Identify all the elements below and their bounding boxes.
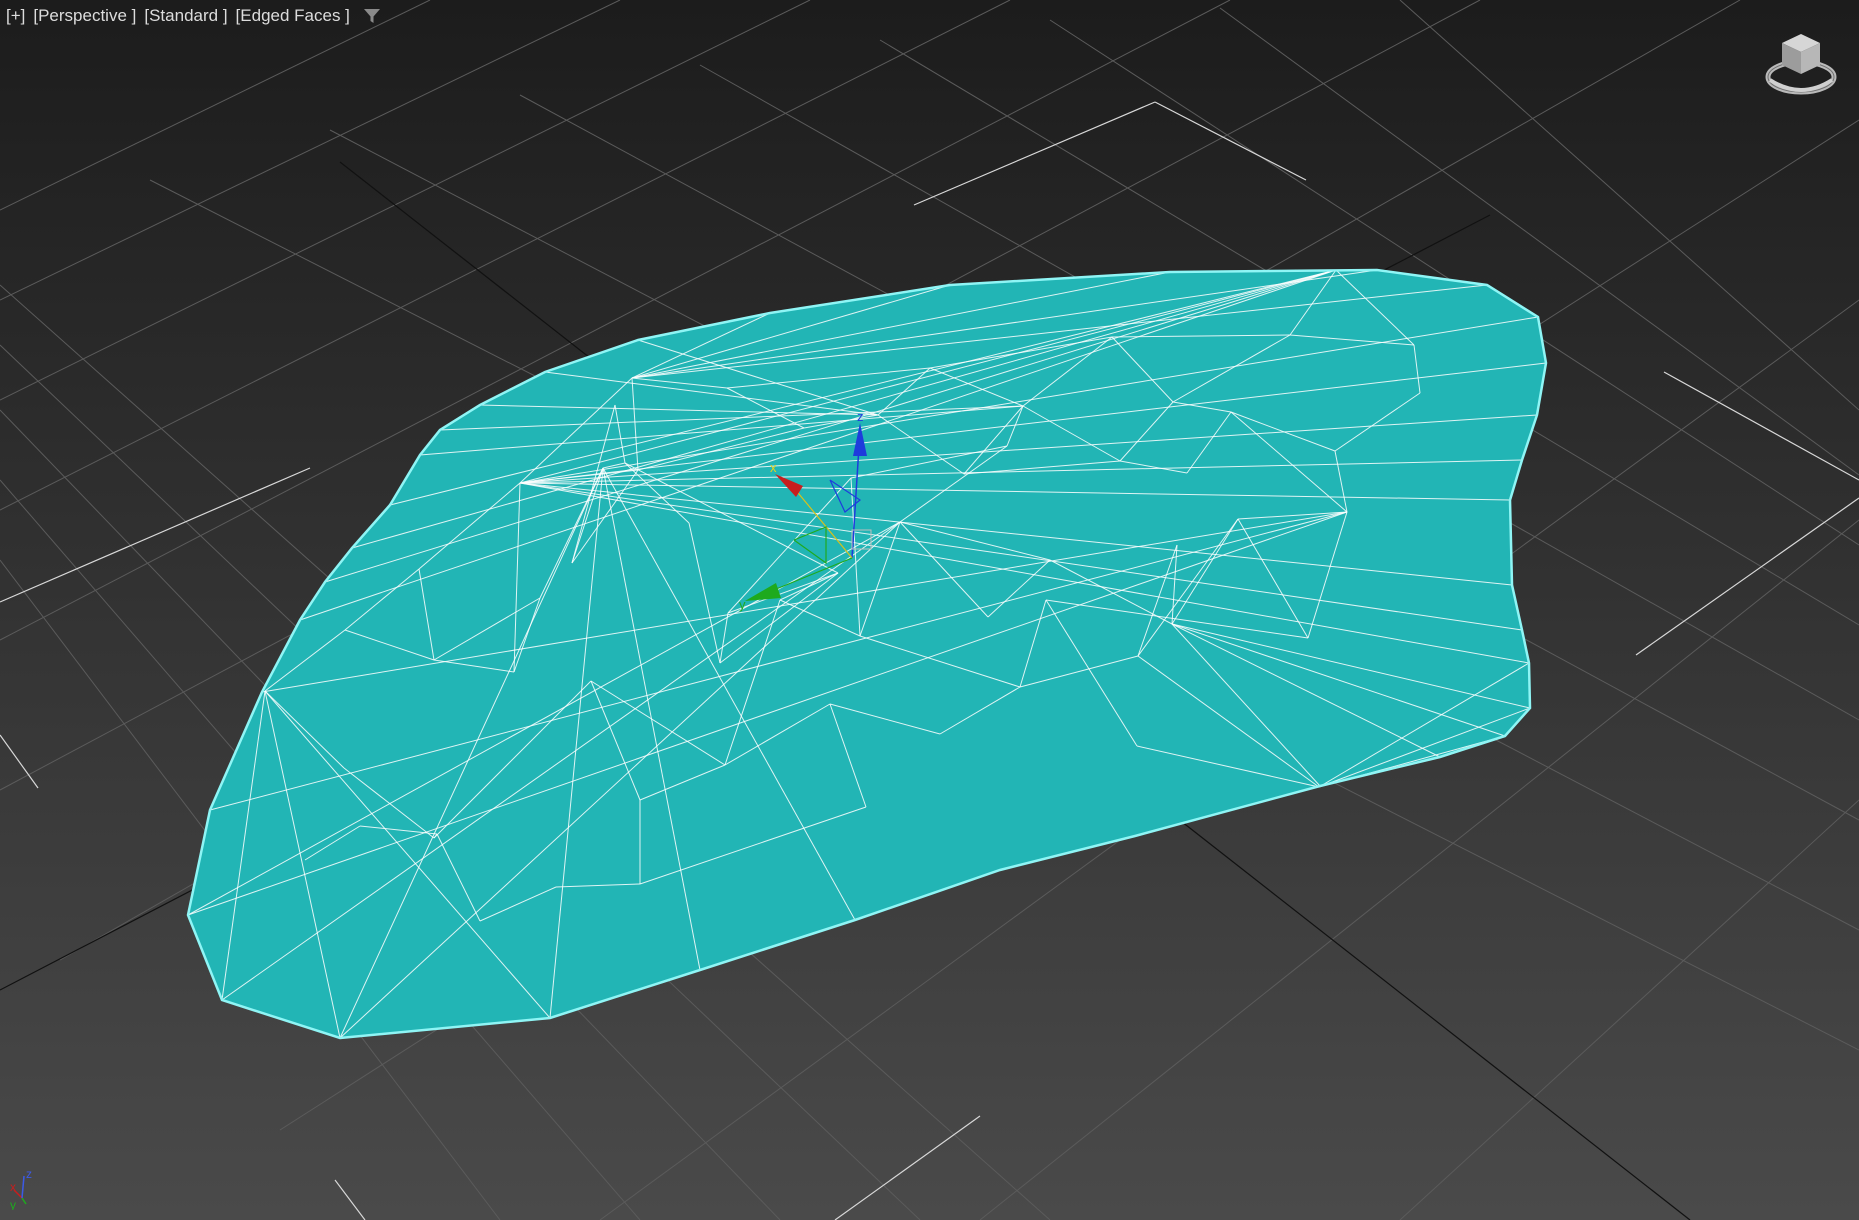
world-axis-tripod-icon: x y z <box>10 1167 32 1210</box>
world-axis-y-label: y <box>10 1198 16 1210</box>
gizmo-x-label: x <box>770 460 777 475</box>
viewport-general-menu[interactable]: [+] <box>4 6 27 26</box>
viewport-label-menu: [+] [Perspective ] [Standard ] [Edged Fa… <box>4 4 382 28</box>
viewport-display-menu[interactable]: [Edged Faces ] <box>234 6 352 26</box>
viewport-point-of-view-menu[interactable]: [Perspective ] <box>31 6 138 26</box>
gizmo-z-label: z <box>857 409 864 424</box>
viewcube-icon[interactable] <box>1762 28 1840 100</box>
gizmo-y-label: y <box>739 597 746 612</box>
filter-funnel-icon[interactable] <box>362 6 382 26</box>
world-axis-x-label: x <box>10 1180 16 1194</box>
viewport-shading-menu[interactable]: [Standard ] <box>142 6 229 26</box>
viewport-scene[interactable]: zxy <box>0 0 1859 1220</box>
perspective-viewport[interactable]: zxy [+] [Perspective ] [Standard ] [Edge… <box>0 0 1859 1220</box>
world-axis-z-label: z <box>26 1167 32 1181</box>
